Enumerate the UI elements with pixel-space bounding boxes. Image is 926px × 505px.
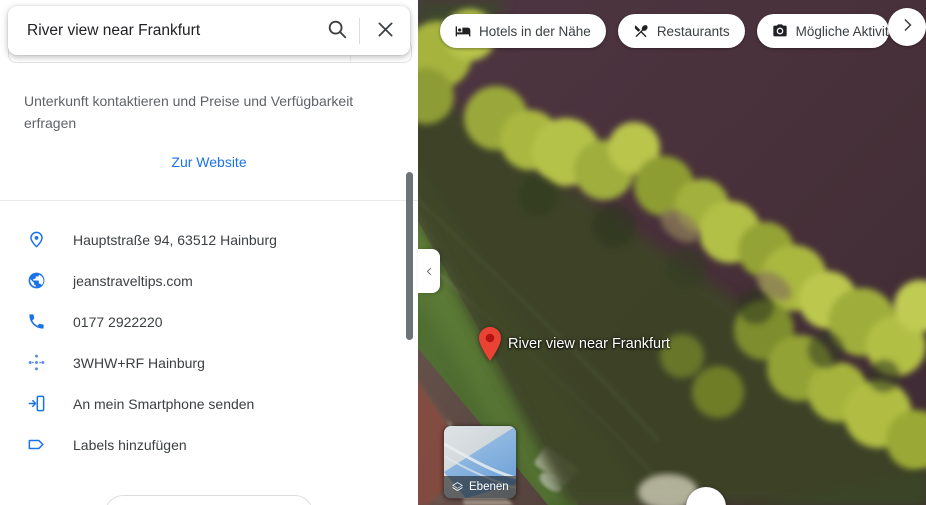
chevron-right-icon bbox=[898, 16, 916, 39]
place-marker-label: River view near Frankfurt bbox=[508, 336, 670, 352]
info-row-phone[interactable]: 0177 2922220 bbox=[0, 301, 418, 342]
info-row-text: 0177 2922220 bbox=[73, 313, 163, 330]
camera-icon bbox=[772, 23, 788, 39]
chip-label: Restaurants bbox=[656, 23, 730, 39]
map-category-chips: Hotels in der Nähe Restaurants Mögliche … bbox=[440, 14, 889, 48]
send-to-phone-icon bbox=[24, 392, 48, 416]
location-pin-icon bbox=[24, 228, 48, 252]
info-row-text: Labels hinzufügen bbox=[73, 436, 187, 453]
search-icon bbox=[326, 18, 348, 43]
info-row-add-label[interactable]: Labels hinzufügen bbox=[0, 424, 418, 465]
search-button[interactable] bbox=[315, 6, 359, 55]
info-row-plus-code[interactable]: 3WHW+RF Hainburg bbox=[0, 342, 418, 383]
chip-things-to-do[interactable]: Mögliche Aktivitäten bbox=[756, 14, 889, 48]
panel-content: Unterkunft kontaktieren und Preise und V… bbox=[0, 62, 418, 505]
info-row-website[interactable]: jeanstraveltips.com bbox=[0, 260, 418, 301]
chip-hotels-nearby[interactable]: Hotels in der Nähe bbox=[440, 14, 606, 48]
suggest-edit-container: Änderung vorschlagen bbox=[0, 495, 418, 505]
layers-widget[interactable]: Ebenen bbox=[443, 425, 517, 499]
info-row-text: An mein Smartphone senden bbox=[73, 395, 255, 412]
chip-restaurants[interactable]: Restaurants bbox=[617, 14, 745, 48]
maps-app-window: Hotels in der Nähe Restaurants Mögliche … bbox=[0, 0, 926, 505]
chips-next-button[interactable] bbox=[888, 8, 926, 46]
layers-label: Ebenen bbox=[469, 481, 509, 493]
place-marker[interactable]: River view near Frankfurt bbox=[478, 327, 670, 361]
layers-label-bar: Ebenen bbox=[444, 476, 516, 498]
scrollbar-thumb[interactable] bbox=[406, 172, 413, 340]
place-info-list: Hauptstraße 94, 63512 Hainburg jeanstrav… bbox=[0, 201, 418, 465]
info-row-address[interactable]: Hauptstraße 94, 63512 Hainburg bbox=[0, 219, 418, 260]
globe-icon bbox=[24, 269, 48, 293]
info-row-text: jeanstraveltips.com bbox=[73, 272, 193, 289]
chip-label: Hotels in der Nähe bbox=[479, 23, 591, 39]
search-input[interactable] bbox=[8, 6, 315, 55]
suggest-edit-button[interactable]: Änderung vorschlagen bbox=[105, 495, 313, 505]
clear-search-button[interactable] bbox=[360, 6, 410, 55]
info-row-text: 3WHW+RF Hainburg bbox=[73, 354, 205, 371]
booking-lead-text: Unterkunft kontaktieren und Preise und V… bbox=[24, 93, 354, 131]
search-overlay bbox=[8, 6, 410, 55]
plus-code-icon bbox=[24, 351, 48, 375]
map-canvas[interactable]: Hotels in der Nähe Restaurants Mögliche … bbox=[418, 0, 926, 505]
label-tag-icon bbox=[24, 433, 48, 457]
info-row-text: Hauptstraße 94, 63512 Hainburg bbox=[73, 231, 277, 248]
chevron-left-icon bbox=[424, 266, 435, 277]
map-marker-icon bbox=[478, 327, 502, 361]
info-row-send-to-phone[interactable]: An mein Smartphone senden bbox=[0, 383, 418, 424]
close-icon bbox=[375, 19, 396, 43]
panel-scrollbar[interactable] bbox=[402, 0, 416, 505]
layers-icon bbox=[451, 481, 464, 494]
phone-icon bbox=[24, 310, 48, 334]
chip-label: Mögliche Aktivitäten bbox=[795, 23, 889, 39]
hotel-bed-icon bbox=[455, 23, 471, 39]
website-link[interactable]: Zur Website bbox=[0, 154, 418, 170]
place-details-panel: Unterkunft kontaktieren und Preise und V… bbox=[0, 0, 418, 505]
panel-collapse-handle[interactable] bbox=[418, 249, 440, 293]
panel-scroll-area: Unterkunft kontaktieren und Preise und V… bbox=[0, 0, 418, 505]
restaurant-icon bbox=[633, 23, 649, 39]
